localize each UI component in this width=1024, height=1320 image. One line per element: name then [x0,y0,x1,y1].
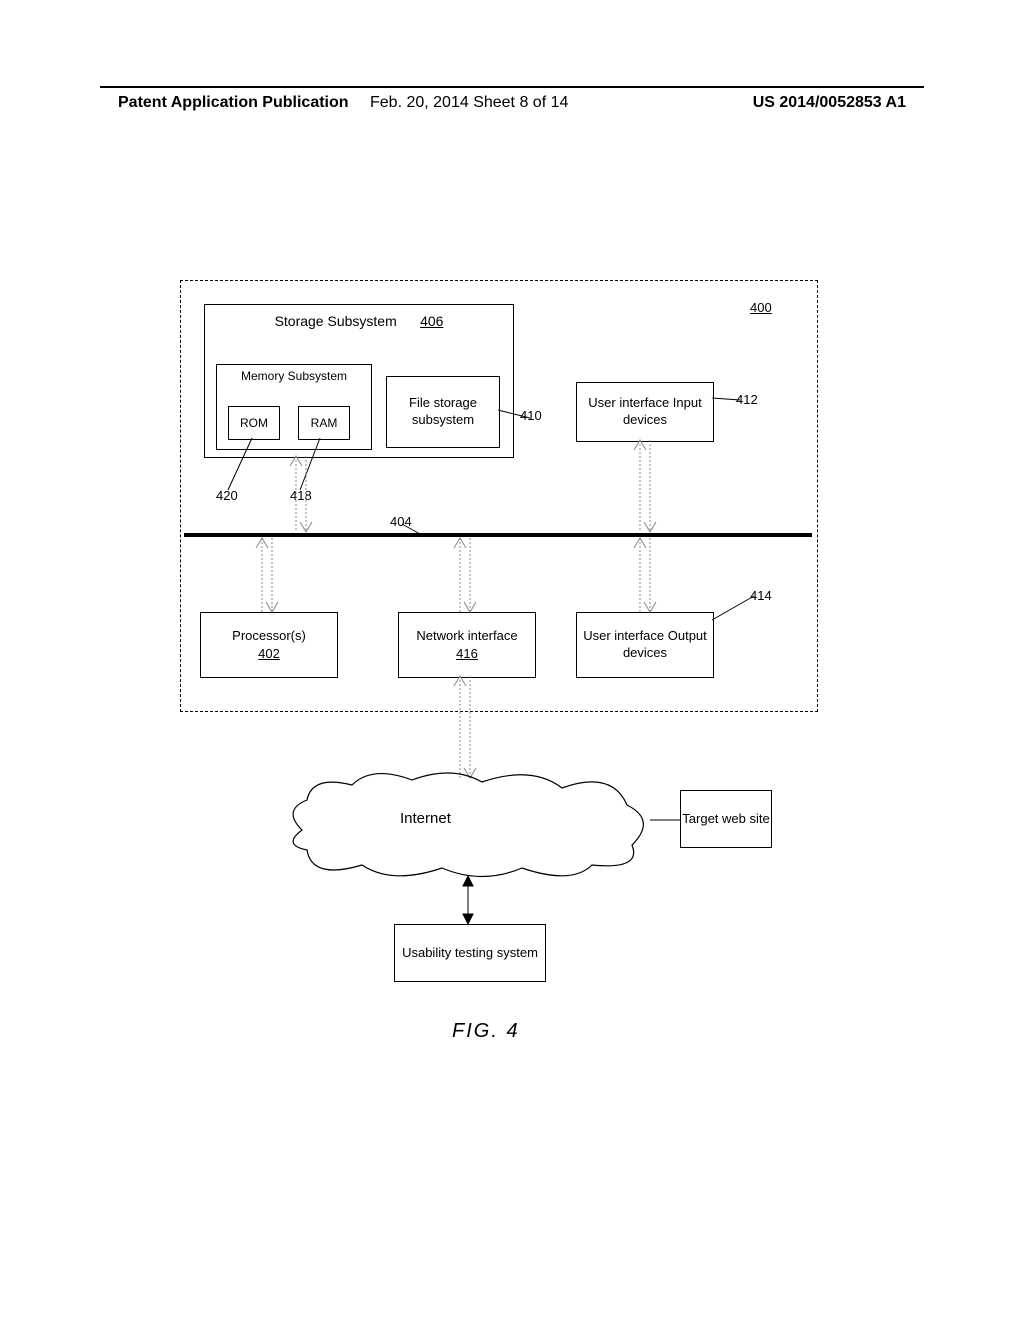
ref-404: 404 [390,514,412,529]
ref-416: 416 [456,645,478,663]
ref-410: 410 [520,408,542,423]
ref-414: 414 [750,588,772,603]
ref-406: 406 [420,313,443,329]
ui-input-box: User interface Input devices [576,382,714,442]
ref-418: 418 [290,488,312,503]
ref-400: 400 [750,300,772,315]
internet-cloud [282,770,652,880]
header-left: Patent Application Publication [118,94,349,112]
header-rule [100,86,924,88]
target-website-box: Target web site [680,790,772,848]
ram-box: RAM [298,406,350,440]
processors-box: Processor(s) 402 [200,612,338,678]
rom-box: ROM [228,406,280,440]
header-right: US 2014/0052853 A1 [753,94,906,112]
memory-label: Memory Subsystem [217,369,371,383]
usability-testing-box: Usability testing system [394,924,546,982]
storage-label: Storage Subsystem [275,313,397,329]
ui-output-box: User interface Output devices [576,612,714,678]
header-center: Feb. 20, 2014 Sheet 8 of 14 [370,94,568,112]
internet-label: Internet [400,810,451,827]
ref-402: 402 [258,645,280,663]
bus-line [184,533,812,537]
ref-412: 412 [736,392,758,407]
figure-label: FIG. 4 [452,1020,520,1043]
file-storage-box: File storage subsystem [386,376,500,448]
network-interface-box: Network interface 416 [398,612,536,678]
ref-420: 420 [216,488,238,503]
